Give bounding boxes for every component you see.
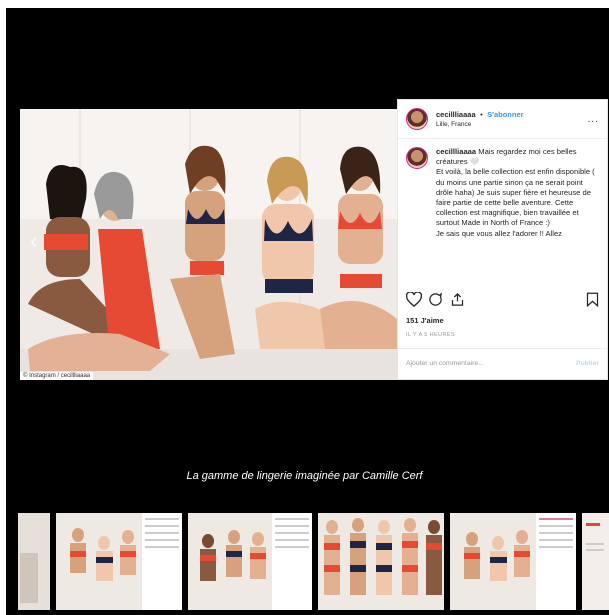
follow-button[interactable]: S'abonner: [487, 110, 523, 119]
photo-credit: © Instagram / cecillliaaaa: [20, 372, 94, 380]
caption-last-line: Je sais que vous allez l'adorer !! Allez: [436, 228, 562, 238]
thumbnail-panel: [535, 513, 576, 610]
thumbnail-strip: [0, 513, 609, 610]
heart-icon[interactable]: [406, 292, 422, 307]
post-header-info: cecillliaaaa • S'abonner Lille, France: [436, 108, 588, 130]
main-photo[interactable]: © Instagram / cecillliaaaa: [20, 109, 397, 380]
photo-illustration: [20, 109, 397, 380]
thumbnail-item[interactable]: [56, 513, 182, 610]
caption-text: cecillliaaaa Mais regardez moi ces belle…: [436, 147, 599, 271]
comment-icon[interactable]: [428, 292, 443, 307]
separator-dot: •: [480, 110, 483, 119]
thumbnail-image: [18, 513, 50, 610]
instagram-post-panel: cecillliaaaa • S'abonner Lille, France .…: [397, 99, 608, 380]
post-header: cecillliaaaa • S'abonner Lille, France .…: [398, 100, 607, 139]
share-icon[interactable]: [450, 292, 465, 307]
thumbnail-image: [582, 513, 609, 610]
caption-body: Et voilà, la belle collection est enfin …: [436, 167, 595, 228]
avatar[interactable]: [406, 108, 428, 130]
thumbnail-image: [318, 513, 444, 610]
thumbnail-item[interactable]: [18, 513, 50, 610]
thumbnail-panel: [141, 513, 182, 610]
more-options-icon[interactable]: ...: [588, 114, 599, 125]
slideshow-viewer: © Instagram / cecillliaaaa ‹ › cecilllia…: [0, 0, 609, 615]
thumbnail-panel: [272, 513, 312, 610]
thumbnail-item[interactable]: [188, 513, 312, 610]
slide-caption: La gamme de lingerie imaginée par Camill…: [186, 470, 423, 482]
likes-count[interactable]: 151 J'aime: [406, 316, 444, 325]
caption-username[interactable]: cecillliaaaa: [436, 147, 476, 156]
heart-emoji-icon: 🤍: [469, 157, 480, 167]
caption-avatar[interactable]: [406, 147, 428, 169]
post-caption: cecillliaaaa Mais regardez moi ces belle…: [398, 139, 607, 271]
location-link[interactable]: Lille, France: [436, 120, 588, 130]
thumbnail-item[interactable]: [582, 513, 609, 610]
comment-box: Ajouter un commentaire... Publier: [398, 348, 607, 380]
bookmark-icon[interactable]: [586, 292, 599, 307]
post-actions: [406, 292, 601, 310]
publish-button[interactable]: Publier: [576, 360, 599, 367]
comment-input[interactable]: Ajouter un commentaire...: [406, 360, 484, 367]
post-timestamp: IL Y A 5 HEURES: [406, 332, 456, 338]
username-link[interactable]: cecillliaaaa: [436, 110, 476, 119]
thumbnail-item[interactable]: [318, 513, 444, 610]
thumbnail-item[interactable]: [450, 513, 576, 610]
prev-arrow-icon[interactable]: ‹: [30, 228, 37, 254]
